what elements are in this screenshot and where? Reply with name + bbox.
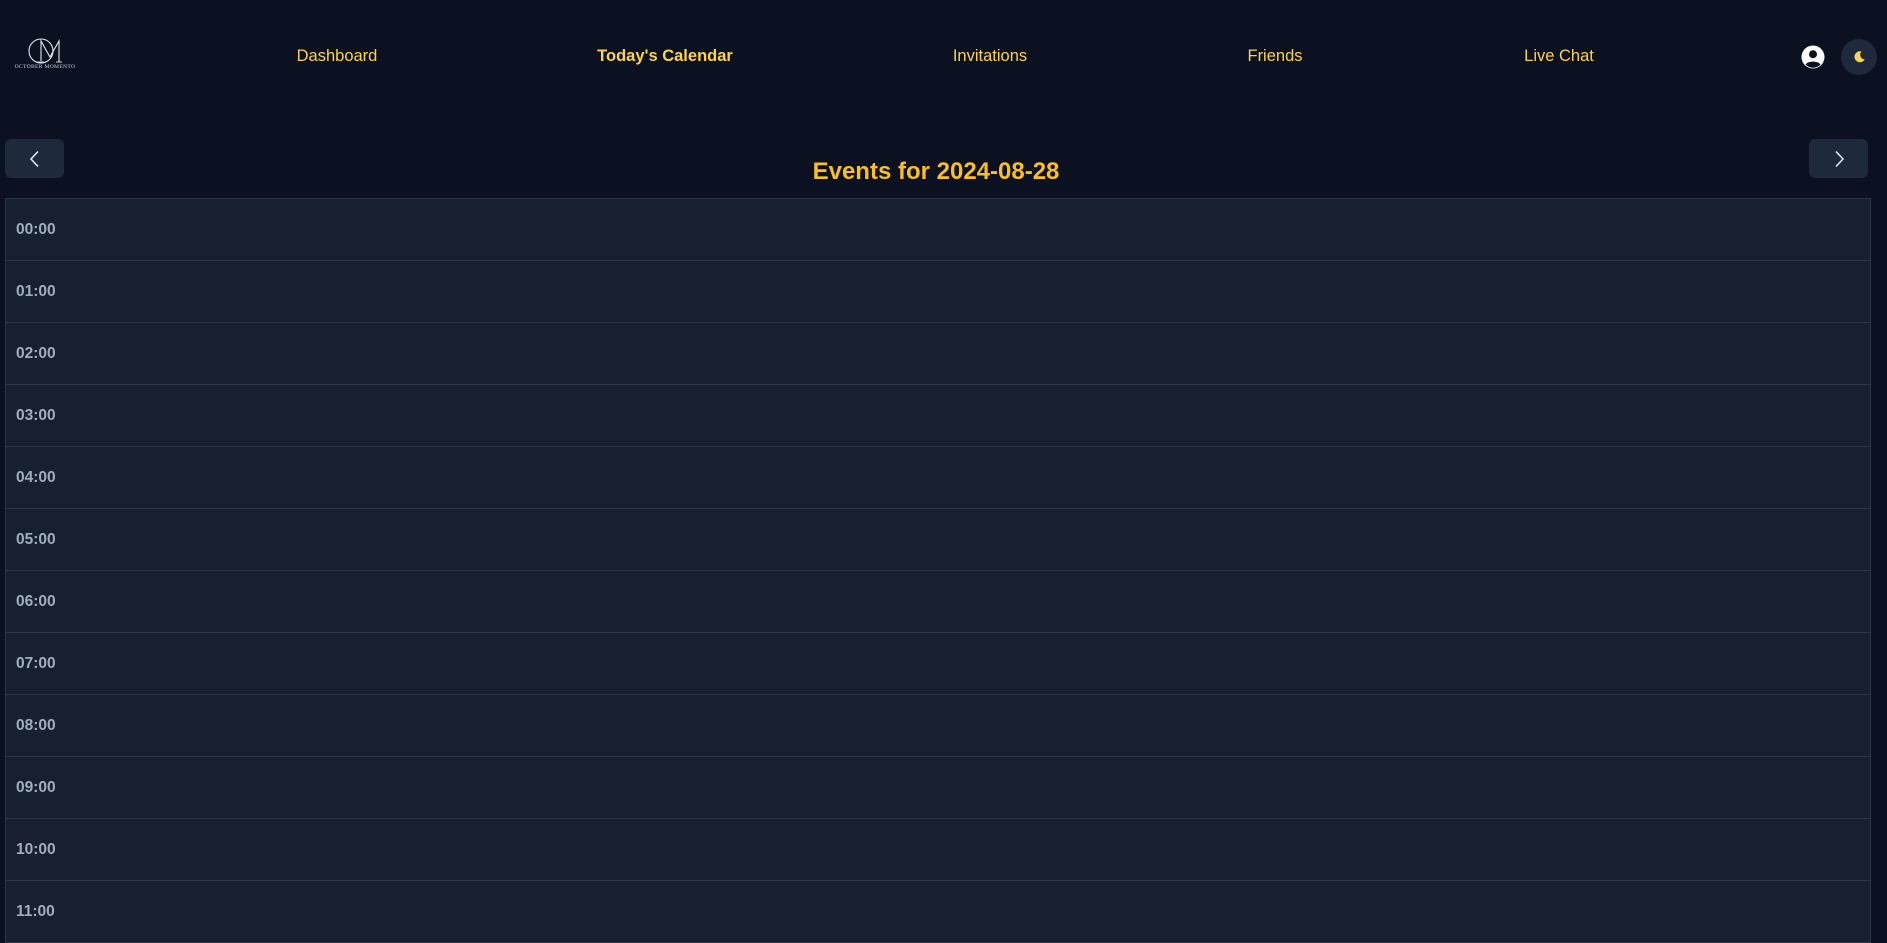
hour-label: 10:00 xyxy=(16,840,56,858)
next-day-button[interactable] xyxy=(1809,139,1868,178)
hour-label: 08:00 xyxy=(16,716,56,734)
previous-day-button[interactable] xyxy=(5,139,64,178)
hour-row[interactable]: 09:00 xyxy=(6,757,1870,819)
calendar-header: Events for 2024-08-28 xyxy=(0,113,1887,198)
nav-invitations[interactable]: Invitations xyxy=(953,47,1027,66)
moon-icon xyxy=(1854,51,1865,63)
hour-label: 07:00 xyxy=(16,654,56,672)
hour-row[interactable]: 07:00 xyxy=(6,633,1870,695)
hour-row[interactable]: 02:00 xyxy=(6,323,1870,385)
hour-row[interactable]: 00:00 xyxy=(6,199,1870,261)
brand-name: OCTOBER MOMENTO xyxy=(14,64,76,70)
hour-row[interactable]: 06:00 xyxy=(6,571,1870,633)
nav-todays-calendar[interactable]: Today's Calendar xyxy=(597,47,733,66)
theme-toggle-button[interactable] xyxy=(1841,39,1877,75)
hour-row[interactable]: 05:00 xyxy=(6,509,1870,571)
brand-logo[interactable]: OCTOBER MOMENTO xyxy=(4,36,86,74)
nav-friends[interactable]: Friends xyxy=(1247,47,1302,66)
top-navbar: OCTOBER MOMENTO Dashboard Today's Calend… xyxy=(0,0,1887,113)
hour-row[interactable]: 11:00 xyxy=(6,881,1870,943)
hour-label: 02:00 xyxy=(16,344,56,362)
hour-label: 11:00 xyxy=(16,902,55,920)
hour-grid: 00:00 01:00 02:00 03:00 04:00 05:00 06:0… xyxy=(5,198,1871,943)
hour-row[interactable]: 08:00 xyxy=(6,695,1870,757)
user-circle-icon[interactable] xyxy=(1801,45,1825,69)
nav-dashboard[interactable]: Dashboard xyxy=(297,47,378,66)
hour-row[interactable]: 01:00 xyxy=(6,261,1870,323)
hour-label: 03:00 xyxy=(16,406,56,424)
hour-label: 05:00 xyxy=(16,530,56,548)
nav-live-chat[interactable]: Live Chat xyxy=(1524,47,1594,66)
chevron-left-icon xyxy=(29,150,39,167)
hour-label: 01:00 xyxy=(16,282,56,300)
hour-label: 04:00 xyxy=(16,468,56,486)
hour-label: 06:00 xyxy=(16,592,56,610)
chevron-right-icon xyxy=(1834,150,1844,167)
hour-row[interactable]: 10:00 xyxy=(6,819,1870,881)
hour-row[interactable]: 03:00 xyxy=(6,385,1870,447)
calendar-title: Events for 2024-08-28 xyxy=(812,158,1060,185)
hour-label: 09:00 xyxy=(16,778,56,796)
om-monogram-icon xyxy=(28,38,62,64)
hour-label: 00:00 xyxy=(16,220,56,238)
hour-row[interactable]: 04:00 xyxy=(6,447,1870,509)
